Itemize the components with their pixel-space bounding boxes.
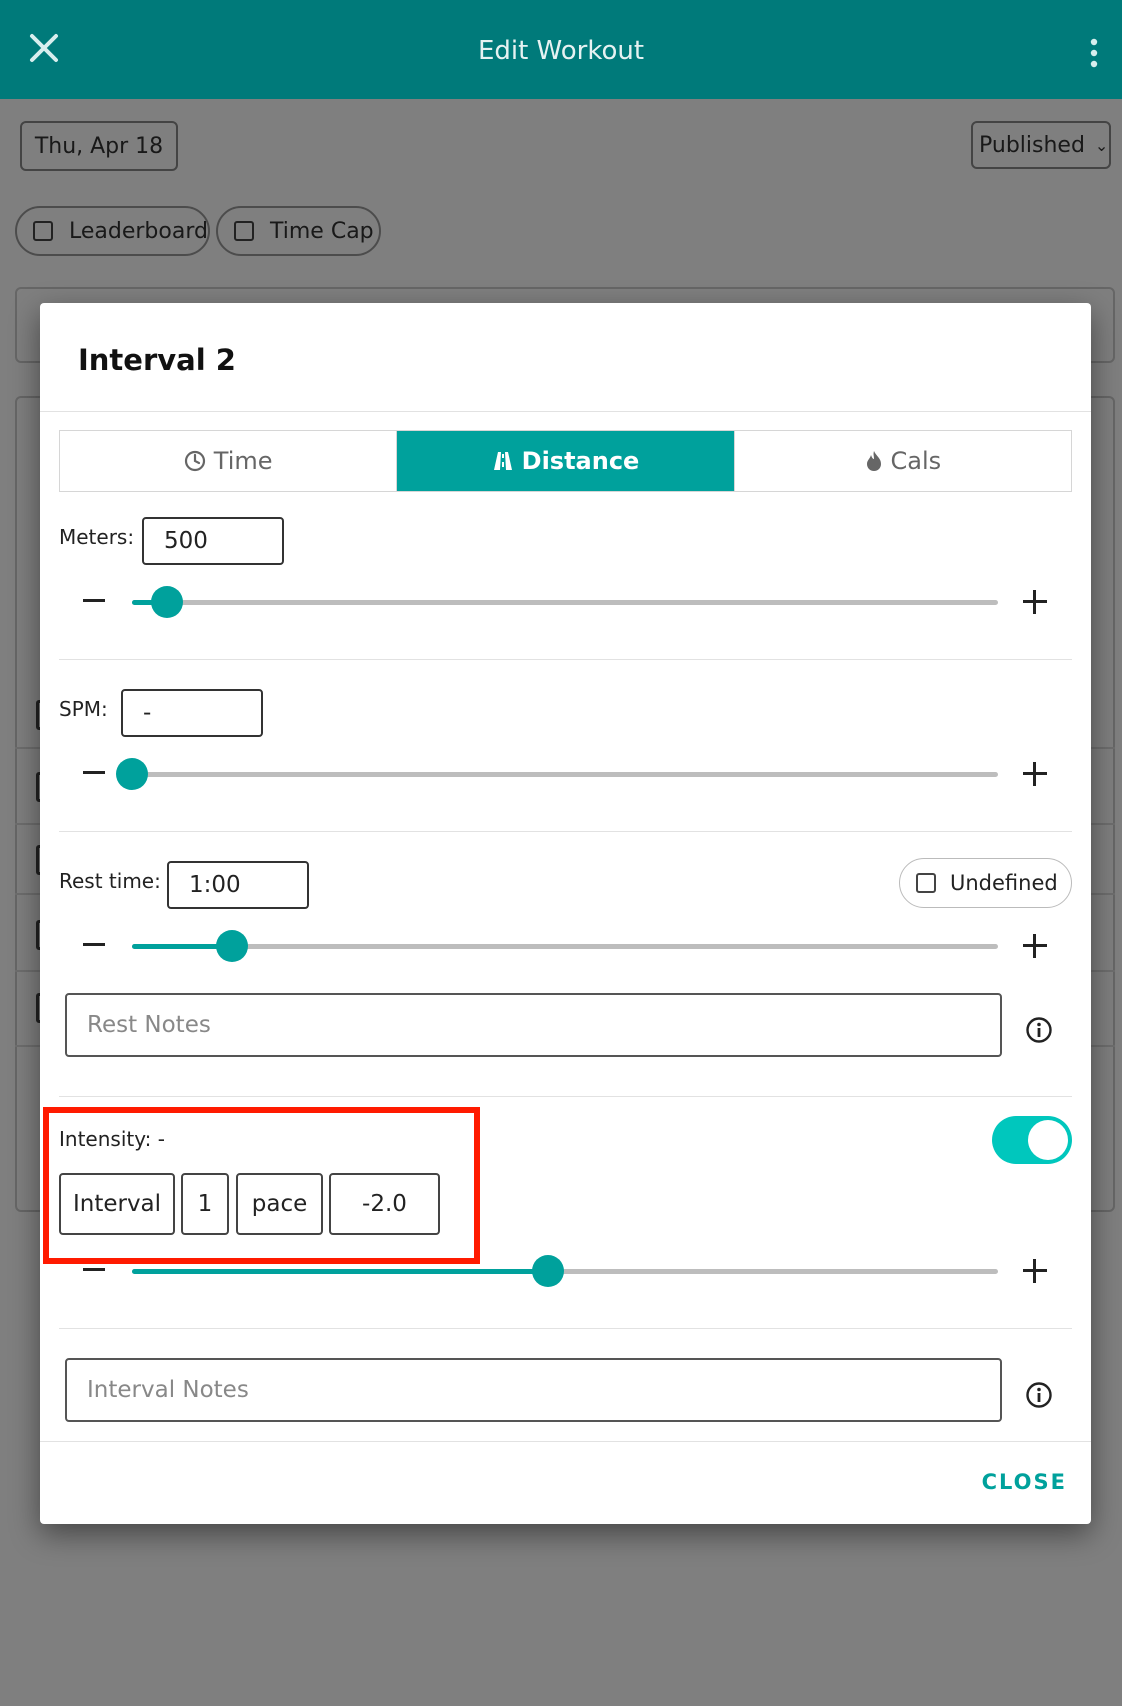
rest-time-decrement-button[interactable] [83,943,105,946]
spm-label: SPM: [59,697,108,721]
spm-decrement-button[interactable] [83,771,105,774]
meters-decrement-button[interactable] [83,599,105,602]
close-button[interactable]: CLOSE [982,1470,1067,1494]
intensity-slider-thumb[interactable] [531,1255,564,1287]
metric-tabs: Time Distance Cals [59,430,1072,492]
intensity-decrement-button[interactable] [83,1268,105,1271]
spm-slider[interactable] [116,758,998,790]
meters-input[interactable]: 500 [142,517,284,565]
intensity-slider-fill [132,1269,548,1274]
dialog-footer-divider [40,1441,1091,1442]
app-bar: Edit Workout [0,0,1122,99]
spm-increment-button[interactable] [1023,762,1047,786]
checkbox-icon [916,873,936,893]
section-divider [59,1328,1072,1329]
info-icon[interactable] [1025,1381,1053,1409]
tab-distance-label: Distance [521,447,640,475]
meters-slider-thumb[interactable] [150,586,183,618]
rest-time-input[interactable]: 1:00 [167,861,309,909]
rest-time-slider[interactable] [132,930,998,962]
dialog-header-divider [40,411,1091,412]
dialog-title: Interval 2 [78,343,236,377]
tab-cals-label: Cals [890,447,942,475]
meters-slider[interactable] [132,586,998,618]
interval-notes-input[interactable]: Interval Notes [65,1358,1002,1422]
rest-time-slider-thumb[interactable] [215,930,248,962]
intensity-toggle[interactable] [992,1116,1072,1164]
tab-distance[interactable]: Distance [397,431,735,491]
meters-increment-button[interactable] [1023,590,1047,614]
rest-notes-input[interactable]: Rest Notes [65,993,1002,1057]
section-divider [59,659,1072,660]
undefined-label: Undefined [950,871,1058,895]
undefined-checkbox[interactable]: Undefined [899,858,1072,908]
rest-time-label: Rest time: [59,869,161,893]
rest-time-increment-button[interactable] [1023,934,1047,958]
more-vert-icon[interactable] [1084,38,1104,68]
info-icon[interactable] [1025,1016,1053,1044]
tab-time-label: Time [213,447,273,475]
section-divider [59,1096,1072,1097]
interval-dialog: Interval 2 Time Distance Cals Meters: 50… [40,303,1091,1524]
road-icon [493,452,512,470]
intensity-increment-button[interactable] [1023,1259,1047,1283]
spm-slider-thumb[interactable] [116,758,148,790]
section-divider [59,831,1072,832]
page-title: Edit Workout [477,36,645,66]
spm-input[interactable]: - [121,689,263,737]
meters-label: Meters: [59,525,135,549]
toggle-knob [1028,1120,1068,1160]
tab-time[interactable]: Time [60,431,398,491]
intensity-slider[interactable] [132,1255,998,1287]
highlight-box [43,1107,480,1264]
tab-cals[interactable]: Cals [735,431,1071,491]
clock-icon [184,450,205,472]
flame-icon [866,451,881,471]
